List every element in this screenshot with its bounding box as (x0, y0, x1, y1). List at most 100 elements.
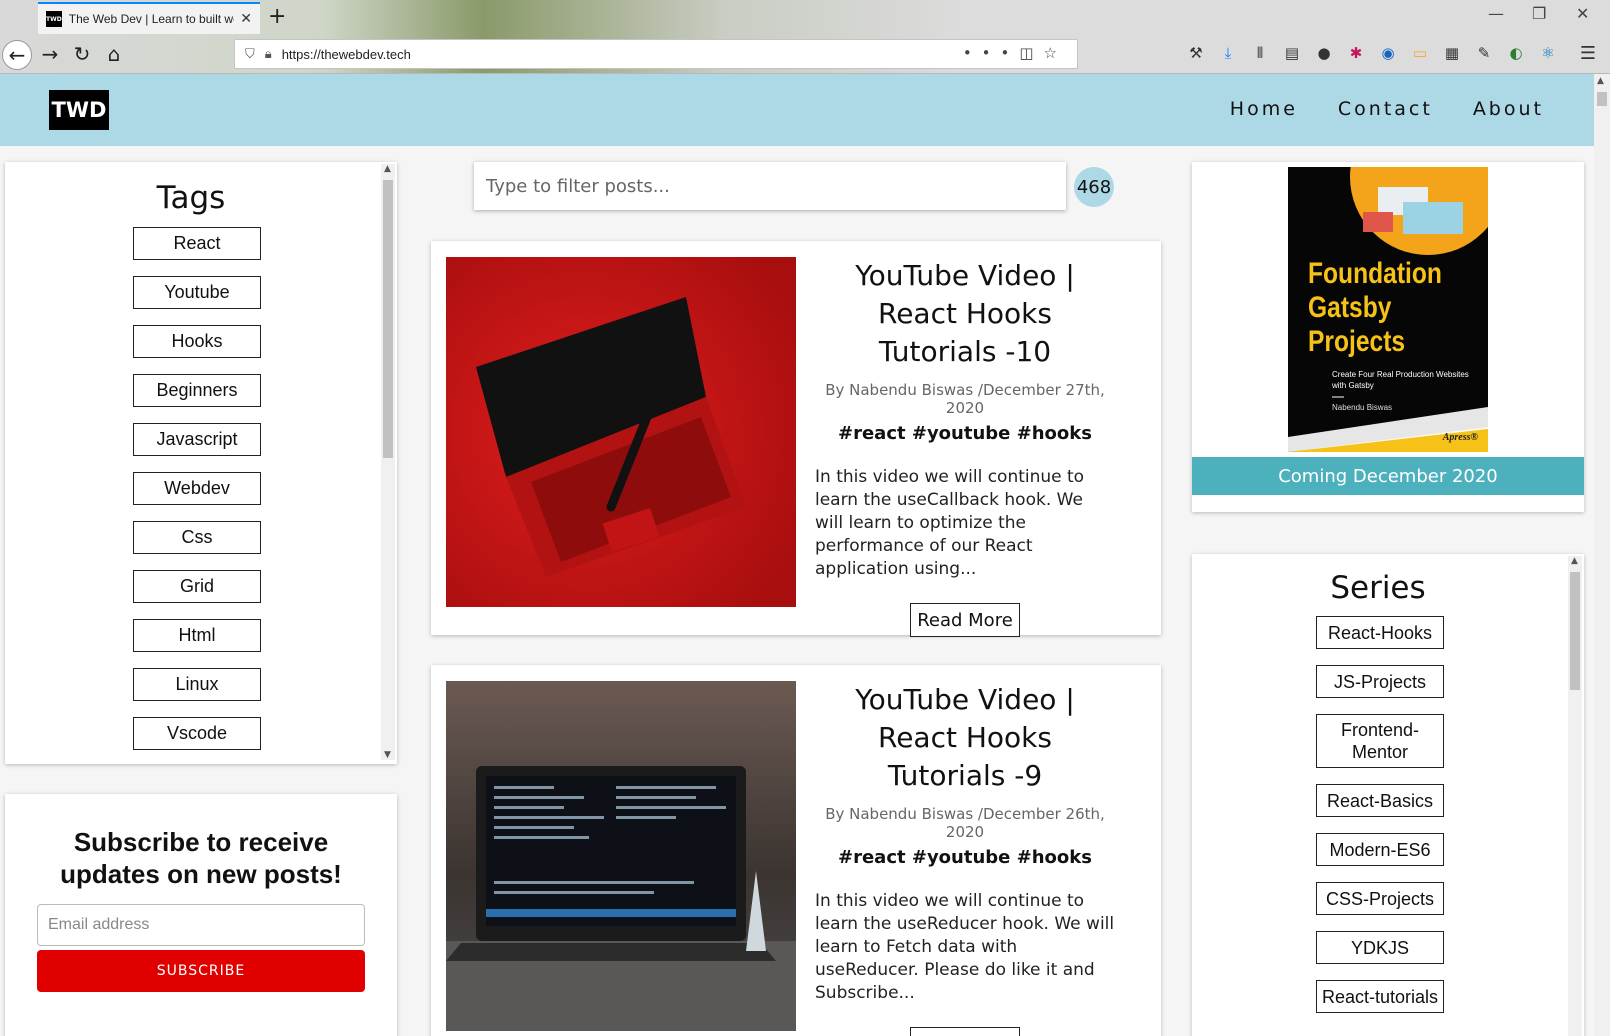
globe-extension-icon[interactable]: ◉ (1378, 43, 1398, 63)
tab-title: The Web Dev | Learn to built we (68, 12, 235, 26)
wrench-icon[interactable]: ⚒ (1186, 43, 1206, 63)
site-logo[interactable]: TWD (49, 90, 109, 130)
series-react-hooks[interactable]: React-Hooks (1316, 616, 1444, 649)
feather-extension-icon[interactable]: ✎ (1474, 43, 1494, 63)
series-modern-es6[interactable]: Modern-ES6 (1316, 833, 1444, 866)
back-arrow-icon[interactable]: ← (2, 40, 32, 70)
book-title: Foundation Gatsby Projects (1308, 257, 1442, 358)
react-extension-icon[interactable]: ⚛ (1538, 43, 1558, 63)
home-icon[interactable]: ⌂ (100, 40, 128, 68)
book-promo: Foundation Gatsby Projects Create Four R… (1192, 162, 1584, 512)
series-react-tutorials[interactable]: React-tutorials (1316, 980, 1444, 1013)
notes-extension-icon[interactable]: ▦ (1442, 43, 1462, 63)
scroll-up-icon[interactable]: ▲ (1597, 76, 1604, 86)
url-bar[interactable]: ⛉ 🔒︎ https://thewebdev.tech •••◫☆ (234, 39, 1078, 69)
tag-hooks[interactable]: Hooks (133, 325, 261, 358)
close-window-icon[interactable]: ✕ (1576, 4, 1589, 23)
tag-html[interactable]: Html (133, 619, 261, 652)
new-tab-icon[interactable]: + (268, 4, 286, 29)
post-thumbnail[interactable] (446, 681, 796, 1031)
star-icon[interactable]: ☆ (1044, 44, 1067, 62)
series-frontend-mentor[interactable]: Frontend-Mentor (1316, 714, 1444, 768)
series-list: React-Hooks JS-Projects Frontend-Mentor … (1316, 616, 1444, 1029)
series-panel: Series React-Hooks JS-Projects Frontend-… (1192, 554, 1584, 1036)
series-js-projects[interactable]: JS-Projects (1316, 665, 1444, 698)
series-react-basics[interactable]: React-Basics (1316, 784, 1444, 817)
site-nav: Home Contact About (1230, 98, 1544, 120)
scrollbar-thumb[interactable] (1597, 92, 1607, 106)
url-text[interactable]: https://thewebdev.tech (282, 47, 411, 62)
post-meta: By Nabendu Biswas /December 26th, 2020 (825, 805, 1105, 841)
reload-icon[interactable]: ↻ (68, 40, 96, 68)
tags-title: Tags (156, 180, 226, 216)
restore-icon[interactable]: ❐ (1532, 4, 1546, 23)
series-scrollbar[interactable]: ▲ (1568, 556, 1582, 1036)
tags-scrollbar[interactable]: ▲ ▼ (381, 164, 395, 760)
filter-posts-input[interactable] (474, 162, 1066, 210)
scrollbar-thumb[interactable] (383, 180, 393, 458)
browser-navbar: ← → ↻ ⌂ ⛉ 🔒︎ https://thewebdev.tech •••◫… (0, 34, 1610, 74)
nav-contact[interactable]: Contact (1338, 98, 1433, 120)
tag-vscode[interactable]: Vscode (133, 717, 261, 750)
more-icon[interactable]: ••• (963, 44, 1020, 62)
post-body: YouTube Video | React Hooks Tutorials -9… (815, 681, 1115, 1036)
scroll-down-icon[interactable]: ▼ (384, 750, 391, 760)
read-more-button[interactable]: Read More (910, 1027, 1020, 1036)
favicon-icon: TWD (46, 11, 62, 27)
tab-strip: TWD The Web Dev | Learn to built we ✕ + … (0, 0, 1610, 34)
nav-about[interactable]: About (1473, 98, 1544, 120)
post-title[interactable]: YouTube Video | React Hooks Tutorials -1… (815, 257, 1115, 371)
chat-extension-icon[interactable]: ▭ (1410, 43, 1430, 63)
sidebar-icon[interactable]: ▤ (1282, 43, 1302, 63)
shield-icon[interactable]: ⛉ (245, 47, 255, 62)
tag-javascript[interactable]: Javascript (133, 423, 261, 456)
nav-home[interactable]: Home (1230, 98, 1298, 120)
scroll-up-icon[interactable]: ▲ (1571, 556, 1578, 566)
pocket-icon[interactable]: ◫ (1019, 44, 1043, 62)
subscribe-button[interactable]: SUBSCRIBE (37, 950, 365, 992)
post-card: YouTube Video | React Hooks Tutorials -1… (431, 241, 1161, 637)
tag-beginners[interactable]: Beginners (133, 374, 261, 407)
coming-soon-banner: Coming December 2020 (1192, 457, 1584, 495)
laptop-image (446, 257, 796, 607)
tag-linux[interactable]: Linux (133, 668, 261, 701)
tag-youtube[interactable]: Youtube (133, 276, 261, 309)
forward-arrow-icon[interactable]: → (36, 40, 64, 68)
post-title[interactable]: YouTube Video | React Hooks Tutorials -9 (815, 681, 1115, 795)
laptop-code-image (446, 681, 796, 1031)
post-excerpt: In this video we will continue to learn … (815, 467, 1085, 579)
post-count-badge: 468 (1074, 167, 1114, 207)
tag-react[interactable]: React (133, 227, 261, 260)
page-scrollbar[interactable]: ▲ (1594, 74, 1610, 1036)
close-tab-icon[interactable]: ✕ (240, 11, 252, 27)
lock-icon[interactable]: 🔒︎ (265, 47, 272, 62)
post-card: YouTube Video | React Hooks Tutorials -9… (431, 665, 1161, 1036)
series-css-projects[interactable]: CSS-Projects (1316, 882, 1444, 915)
download-icon[interactable]: ⤓ (1218, 43, 1238, 63)
read-more-button[interactable]: Read More (910, 603, 1020, 637)
site-header: TWD Home Contact About (0, 74, 1610, 146)
browser-chrome: TWD The Web Dev | Learn to built we ✕ + … (0, 0, 1610, 74)
series-title: Series (1330, 570, 1426, 606)
post-meta: By Nabendu Biswas /December 27th, 2020 (825, 381, 1105, 417)
minimize-icon[interactable]: — (1488, 4, 1504, 23)
post-thumbnail[interactable] (446, 257, 796, 607)
tag-webdev[interactable]: Webdev (133, 472, 261, 505)
asterisk-extension-icon[interactable]: ✱ (1346, 43, 1366, 63)
book-subtitle: Create Four Real Production Websites wit… (1332, 370, 1469, 390)
book-cover[interactable]: Foundation Gatsby Projects Create Four R… (1288, 167, 1488, 452)
tag-css[interactable]: Css (133, 521, 261, 554)
browser-tab[interactable]: TWD The Web Dev | Learn to built we ✕ (38, 2, 260, 34)
toolbar-icons: ⚒ ⤓ ⫴ ▤ ● ✱ ◉ ▭ ▦ ✎ ◐ ⚛ (1186, 43, 1558, 63)
twd-extension-icon[interactable]: ● (1314, 43, 1334, 63)
tag-list: React Youtube Hooks Beginners Javascript… (133, 227, 261, 766)
subscribe-panel: Subscribe to receive updates on new post… (5, 794, 397, 1036)
email-field[interactable] (37, 904, 365, 946)
scroll-up-icon[interactable]: ▲ (384, 164, 391, 174)
menu-icon[interactable]: ☰ (1580, 43, 1596, 64)
scrollbar-thumb[interactable] (1570, 572, 1580, 690)
series-ydkjs[interactable]: YDKJS (1316, 931, 1444, 964)
library-icon[interactable]: ⫴ (1250, 43, 1270, 63)
tag-grid[interactable]: Grid (133, 570, 261, 603)
vpn-extension-icon[interactable]: ◐ (1506, 43, 1526, 63)
